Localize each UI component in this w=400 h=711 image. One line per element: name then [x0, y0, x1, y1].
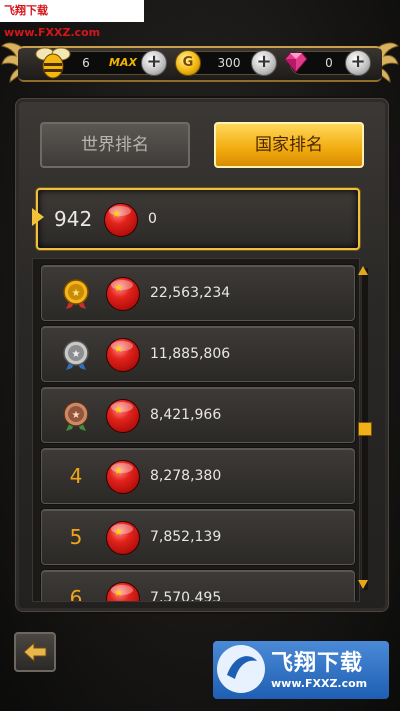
- watermark-url: www.FXXZ.com: [271, 677, 368, 690]
- ranking-list[interactable]: ★ ★ 22,563,234 ★ ★ 11,885,806 ★ ★ 8,421,…: [32, 258, 360, 602]
- svg-text:★: ★: [72, 349, 81, 360]
- list-item: ★ ★ 22,563,234: [41, 265, 355, 321]
- tab-nation-ranking[interactable]: 国家排名: [214, 122, 364, 168]
- rank-score: 8,278,380: [150, 468, 222, 484]
- bronze-medal-icon: ★: [63, 401, 89, 431]
- china-flag-icon: ★: [106, 521, 140, 555]
- rank-score: 8,421,966: [150, 407, 222, 423]
- rank-score: 7,570,495: [150, 590, 222, 602]
- list-item: ★ ★ 11,885,806: [41, 326, 355, 382]
- my-rank-number: 942: [54, 207, 93, 231]
- watermark-top: 飞翔下载 www.FXXZ.com: [0, 0, 144, 39]
- rank-score: 22,563,234: [150, 285, 231, 301]
- china-flag-icon: ★: [106, 277, 140, 311]
- watermark-brand: 飞翔下载: [271, 651, 364, 676]
- rank-score: 11,885,806: [150, 346, 231, 362]
- svg-text:★: ★: [72, 410, 81, 421]
- my-rank-entry: 942 ★ 0: [32, 188, 360, 250]
- gold-medal-icon: ★: [63, 279, 89, 309]
- scroll-down-arrow-icon[interactable]: [358, 580, 368, 589]
- list-item: 5 ★ 7,852,139: [41, 509, 355, 565]
- china-flag-icon: ★: [106, 338, 140, 372]
- energy-counter: 6 MAX +: [35, 47, 167, 79]
- scrollbar-thumb[interactable]: [358, 422, 372, 436]
- rank-number: 6: [69, 586, 83, 602]
- silver-medal-icon: ★: [63, 340, 89, 370]
- list-item: 4 ★ 8,278,380: [41, 448, 355, 504]
- china-flag-icon: ★: [104, 203, 138, 237]
- china-flag-icon: ★: [106, 399, 140, 433]
- china-flag-icon: ★: [106, 460, 140, 494]
- rank-score: 7,852,139: [150, 529, 222, 545]
- back-arrow-icon: [23, 641, 47, 663]
- gold-coin-icon: G: [175, 50, 201, 76]
- site-logo-icon: [217, 645, 265, 693]
- add-gems-button[interactable]: +: [345, 50, 371, 76]
- pointer-arrow-icon: [32, 208, 44, 226]
- gold-counter: G 300 +: [175, 50, 277, 76]
- energy-max-label: MAX: [109, 56, 137, 69]
- tab-world-ranking[interactable]: 世界排名: [40, 122, 190, 168]
- my-score: 0: [148, 211, 157, 227]
- gold-value: 300: [217, 56, 241, 70]
- watermark-bottom: 飞翔下载 www.FXXZ.com: [213, 641, 389, 699]
- back-button[interactable]: [14, 632, 56, 672]
- gem-counter: 0 +: [284, 50, 371, 76]
- gem-value: 0: [325, 56, 333, 70]
- scroll-up-arrow-icon[interactable]: [358, 266, 368, 275]
- svg-text:★: ★: [72, 288, 81, 299]
- list-item: ★ ★ 8,421,966: [41, 387, 355, 443]
- list-item: 6 ★ 7,570,495: [41, 570, 355, 602]
- add-energy-button[interactable]: +: [141, 50, 167, 76]
- add-gold-button[interactable]: +: [251, 50, 277, 76]
- bee-icon: [35, 47, 71, 79]
- rank-number: 4: [69, 464, 83, 488]
- china-flag-icon: ★: [106, 582, 140, 601]
- gem-icon: [284, 52, 308, 73]
- resource-bar: 6 MAX + G 300 + 0 +: [0, 38, 400, 88]
- rank-number: 5: [69, 525, 83, 549]
- energy-value: 6: [82, 56, 90, 70]
